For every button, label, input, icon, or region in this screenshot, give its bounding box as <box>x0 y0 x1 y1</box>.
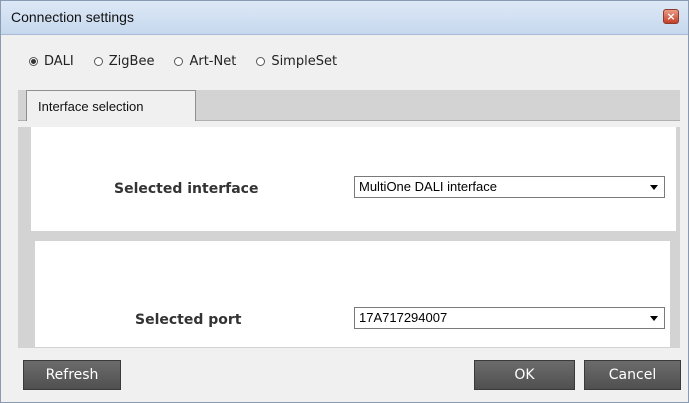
protocol-radio-group: DALI ZigBee Art-Net SimpleSet <box>29 52 357 70</box>
selected-port-label: Selected port <box>135 312 242 328</box>
window-title: Connection settings <box>11 9 134 25</box>
radio-label-artnet: Art-Net <box>189 53 237 69</box>
port-panel <box>35 241 670 347</box>
radio-zigbee[interactable]: ZigBee <box>93 53 155 69</box>
radio-unchecked-icon <box>93 56 103 66</box>
tab-interface-selection[interactable]: Interface selection <box>26 90 196 121</box>
dropdown-arrow-icon <box>650 185 658 190</box>
connection-settings-dialog: Connection settings × DALI ZigBee Art-Ne… <box>0 0 689 403</box>
radio-simpleset[interactable]: SimpleSet <box>256 54 337 69</box>
interface-select-value: MultiOne DALI interface <box>359 179 498 194</box>
interface-select[interactable]: MultiOne DALI interface <box>354 176 665 198</box>
radio-checked-icon <box>29 56 38 66</box>
radio-dali[interactable]: DALI <box>29 54 74 69</box>
radio-label-dali: DALI <box>44 53 74 69</box>
radio-unchecked-icon <box>174 56 184 66</box>
radio-artnet[interactable]: Art-Net <box>174 54 236 69</box>
dropdown-arrow-icon <box>650 316 658 321</box>
close-icon[interactable]: × <box>663 9 679 24</box>
refresh-button[interactable]: Refresh <box>23 360 121 390</box>
radio-label-simpleset: SimpleSet <box>271 53 338 69</box>
button-bar: Refresh OK Cancel <box>1 351 688 402</box>
title-bar: Connection settings × <box>1 1 688 35</box>
port-select-value: 17A717294007 <box>359 310 448 325</box>
ok-button[interactable]: OK <box>474 360 575 390</box>
radio-label-zigbee: ZigBee <box>108 53 155 69</box>
port-select[interactable]: 17A717294007 <box>354 307 665 329</box>
radio-unchecked-icon <box>256 56 266 66</box>
tab-strip <box>18 120 680 127</box>
selected-interface-label: Selected interface <box>114 181 259 197</box>
cancel-button[interactable]: Cancel <box>584 360 681 390</box>
